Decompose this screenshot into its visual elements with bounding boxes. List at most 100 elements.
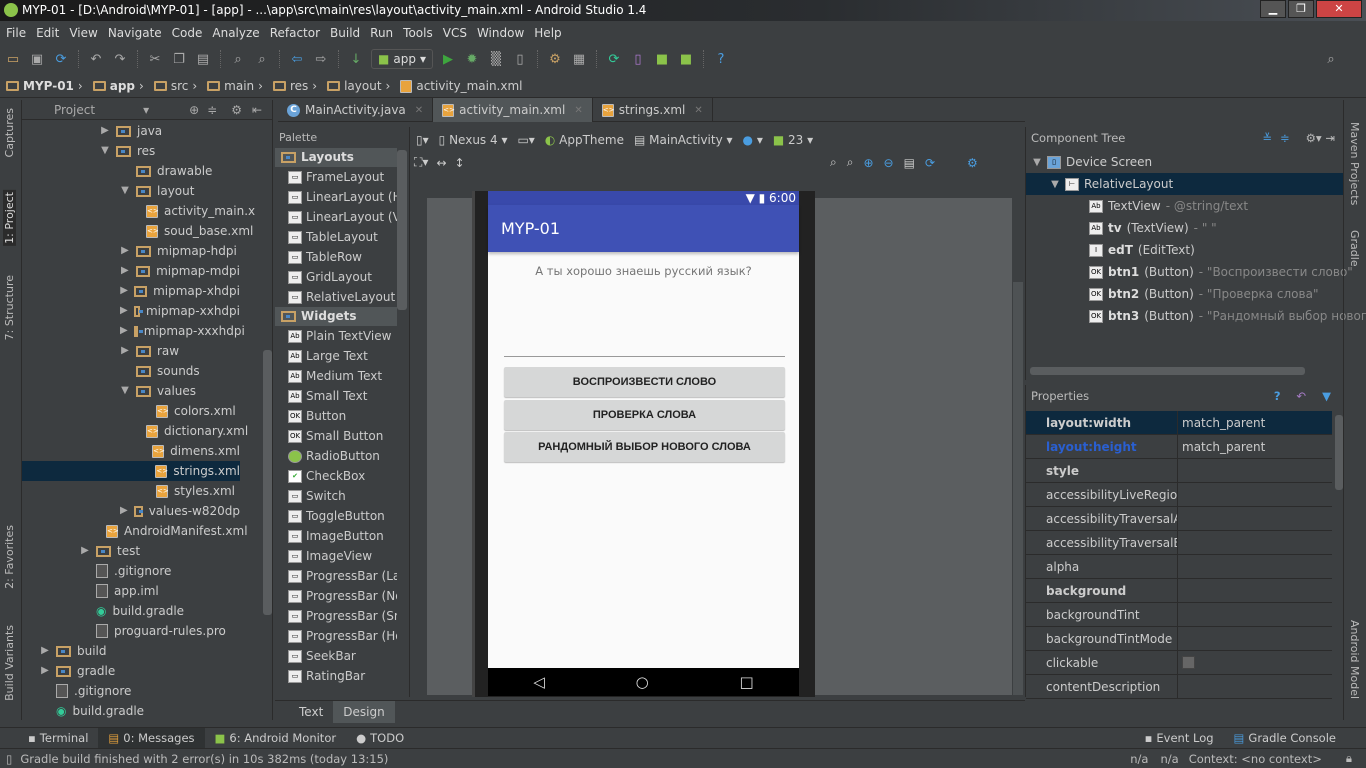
save-icon[interactable]: ▣ [28, 50, 46, 68]
property-value[interactable] [1178, 675, 1182, 698]
palette-item[interactable]: Ab Medium Text [275, 366, 397, 386]
tree-item[interactable]: drawable [22, 161, 240, 181]
project-view-select[interactable]: Project [54, 103, 95, 117]
component-btn1[interactable]: OK btn1 (Button) - "Воспроизвести слово" [1074, 261, 1353, 283]
redo-icon[interactable]: ↷ [111, 50, 129, 68]
btn3-random-word[interactable]: РАНДОМНЫЙ ВЫБОР НОВОГО СЛОВА [504, 432, 785, 462]
fill-height-icon[interactable]: ↕ [455, 156, 465, 170]
breadcrumb-item[interactable]: app › [92, 79, 144, 93]
tree-item[interactable]: <> AndroidManifest.xml [22, 521, 248, 541]
favorites-tab[interactable]: 2: Favorites [3, 525, 16, 589]
tab-activity_main-xml[interactable]: <> activity_main.xml ✕ [433, 98, 593, 122]
fill-width-icon[interactable]: ↔ [436, 156, 446, 170]
tree-item[interactable]: <> colors.xml [22, 401, 240, 421]
tree-item[interactable]: .gitignore [22, 681, 240, 701]
palette-item[interactable]: ▭ RelativeLayout [275, 287, 397, 307]
breadcrumb-item[interactable]: MYP-01 › [6, 79, 83, 93]
open-icon[interactable]: ▭ [4, 50, 22, 68]
component-btn2[interactable]: OK btn2 (Button) - "Проверка слова" [1074, 283, 1318, 305]
terminal-tab[interactable]: ▪ Terminal [18, 728, 98, 749]
recents-nav-icon[interactable]: □ [739, 673, 753, 691]
component-device-screen[interactable]: ▼ ▯ Device Screen [1032, 151, 1152, 173]
profile-icon[interactable]: ▯ [511, 50, 529, 68]
chevron-down-icon[interactable]: ▾ [143, 103, 149, 117]
property-row[interactable]: backgroundTintMode [1026, 627, 1332, 651]
tree-item[interactable]: ◉ build.gradle [22, 601, 240, 621]
tree-item[interactable]: ▶ mipmap-hdpi [22, 241, 240, 261]
component-tv[interactable]: Ab tv (TextView) - " " [1074, 217, 1217, 239]
property-row[interactable]: accessibilityTraversalBefc [1026, 531, 1332, 555]
palette-item[interactable]: ▭ ProgressBar (Larg [275, 566, 397, 586]
clickable-checkbox[interactable] [1182, 656, 1195, 669]
palette-item[interactable]: Ab Small Text [275, 386, 397, 406]
hide-icon[interactable]: ⇤ [252, 103, 262, 117]
palette-item[interactable]: ▭ ImageButton [275, 526, 397, 546]
gradle-sync-icon[interactable]: ⟳ [605, 50, 623, 68]
tree-item[interactable]: ▼ values [22, 381, 240, 401]
tree-item[interactable]: sounds [22, 361, 240, 381]
tree-item[interactable]: .gitignore [22, 561, 240, 581]
property-row[interactable]: layout:width match_parent [1026, 411, 1332, 435]
property-row[interactable]: alpha [1026, 555, 1332, 579]
tree-item[interactable]: ▶ raw [22, 341, 240, 361]
todo-tab[interactable]: ● TODO [346, 728, 414, 749]
home-nav-icon[interactable]: ○ [636, 673, 649, 691]
design-mode-icon[interactable]: ▯▾ [416, 133, 429, 147]
paste-icon[interactable]: ▤ [194, 50, 212, 68]
palette-item[interactable]: OK Button [275, 406, 397, 426]
back-nav-icon[interactable]: ◁ [533, 673, 545, 691]
tree-item[interactable]: ▼ layout [22, 181, 240, 201]
palette-section-layouts[interactable]: Layouts [275, 148, 397, 167]
run-icon[interactable]: ▶ [439, 50, 457, 68]
tab-design[interactable]: Design [333, 701, 395, 723]
question-textview[interactable]: А ты хорошо знаешь русский язык? [488, 264, 799, 278]
btn1-play-word[interactable]: ВОСПРОИЗВЕСТИ СЛОВО [504, 367, 785, 397]
settings-icon[interactable]: ⚙ [967, 156, 978, 170]
property-value[interactable] [1178, 507, 1182, 530]
property-value[interactable] [1178, 555, 1182, 578]
btn2-check-word[interactable]: ПРОВЕРКА СЛОВА [504, 400, 785, 430]
tree-item[interactable]: ▶ mipmap-mdpi [22, 261, 240, 281]
tree-item[interactable]: ▶ mipmap-xhdpi [22, 281, 240, 301]
close-tab-icon[interactable]: ✕ [574, 105, 582, 116]
property-row[interactable]: clickable [1026, 651, 1332, 675]
property-value[interactable] [1178, 651, 1195, 674]
copy-icon[interactable]: ❐ [170, 50, 188, 68]
project-structure-icon[interactable]: ⚙ [546, 50, 564, 68]
menu-vcs[interactable]: VCS [439, 26, 473, 40]
minimize-button[interactable]: ▁ [1260, 0, 1286, 18]
edit-text[interactable] [504, 356, 785, 357]
gear-icon[interactable]: ⚙▾ ⇥ [1306, 127, 1335, 149]
property-row[interactable]: layout:height match_parent [1026, 435, 1332, 459]
component-btn3[interactable]: OK btn3 (Button) - "Рандомный выбор новог… [1074, 305, 1366, 327]
menu-navigate[interactable]: Navigate [104, 26, 168, 40]
expand-collapse-icon[interactable]: ≚≑ [1262, 127, 1297, 149]
property-value[interactable]: match_parent [1178, 411, 1265, 434]
palette-item[interactable]: ✔ CheckBox [275, 466, 397, 486]
run-config-select[interactable]: ■ app ▾ [371, 49, 433, 69]
zoom-in-icon[interactable]: ⊕ [863, 156, 873, 170]
property-row[interactable]: background [1026, 579, 1332, 603]
attach-icon[interactable]: ▒ [487, 50, 505, 68]
back-icon[interactable]: ⇦ [288, 50, 306, 68]
menu-window[interactable]: Window [473, 26, 530, 40]
palette-item[interactable]: ▭ FrameLayout [275, 167, 397, 187]
tree-item[interactable]: ◉ build.gradle [22, 701, 240, 721]
canvas-scrollbar[interactable] [1013, 282, 1023, 695]
palette-item[interactable]: ▭ LinearLayout (Ver [275, 207, 397, 227]
property-value[interactable] [1178, 531, 1182, 554]
palette-item[interactable]: ▭ SeekBar [275, 646, 397, 666]
close-tab-icon[interactable]: ✕ [694, 105, 702, 116]
palette-item[interactable]: ▭ ImageView [275, 546, 397, 566]
palette-item[interactable]: ▭ Switch [275, 486, 397, 506]
palette-item[interactable]: ▭ LinearLayout (Ho [275, 187, 397, 207]
palette-item[interactable]: Ab Large Text [275, 346, 397, 366]
property-row[interactable]: contentDescription [1026, 675, 1332, 699]
android-monitor-icon[interactable]: ■ [677, 50, 695, 68]
project-scrollbar[interactable] [263, 350, 272, 615]
menu-code[interactable]: Code [168, 26, 209, 40]
locale-select[interactable]: ● ▾ [743, 133, 763, 147]
preview-icon[interactable]: ▤ [904, 156, 915, 170]
help-icon[interactable]: ? [1274, 385, 1281, 407]
zoom-fit-icon[interactable]: ⛶▾ [414, 155, 428, 170]
